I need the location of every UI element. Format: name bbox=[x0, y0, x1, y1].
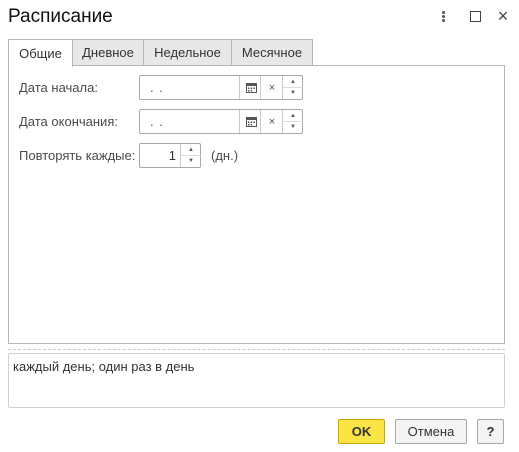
tab-daily[interactable]: Дневное bbox=[72, 39, 144, 65]
schedule-description-text: каждый день; один раз в день bbox=[13, 359, 195, 374]
clear-icon[interactable]: × bbox=[260, 110, 283, 133]
help-button[interactable]: ? bbox=[477, 419, 504, 444]
repeat-unit-label: (дн.) bbox=[211, 148, 239, 163]
tab-weekly[interactable]: Недельное bbox=[143, 39, 232, 65]
window-title: Расписание bbox=[8, 6, 113, 27]
cancel-button[interactable]: Отмена bbox=[395, 419, 467, 444]
close-icon[interactable]: × bbox=[493, 6, 513, 26]
calendar-icon[interactable] bbox=[239, 110, 262, 133]
calendar-icon[interactable] bbox=[239, 76, 262, 99]
spin-down-icon[interactable]: ▼ bbox=[181, 155, 201, 166]
clear-icon[interactable]: × bbox=[260, 76, 283, 99]
more-menu-icon[interactable] bbox=[433, 6, 453, 26]
start-date-field[interactable]: . . × ▲ ▼ bbox=[139, 75, 303, 100]
panel-splitter[interactable] bbox=[8, 349, 505, 350]
tab-panel-general bbox=[8, 65, 505, 344]
end-date-field[interactable]: . . × ▲ ▼ bbox=[139, 109, 303, 134]
repeat-label: Повторять каждые: bbox=[19, 148, 136, 163]
maximize-icon[interactable] bbox=[465, 6, 485, 26]
end-date-spinner[interactable]: ▲ ▼ bbox=[282, 110, 303, 133]
tab-general[interactable]: Общие bbox=[8, 39, 73, 67]
schedule-description: каждый день; один раз в день bbox=[8, 353, 505, 408]
repeat-value: 1 bbox=[168, 148, 176, 163]
spin-down-icon[interactable]: ▼ bbox=[283, 121, 303, 132]
end-date-value: . . bbox=[150, 114, 164, 129]
start-date-label: Дата начала: bbox=[19, 80, 98, 95]
spin-down-icon[interactable]: ▼ bbox=[283, 87, 303, 98]
tab-monthly[interactable]: Месячное bbox=[231, 39, 313, 65]
end-date-label: Дата окончания: bbox=[19, 114, 118, 129]
start-date-spinner[interactable]: ▲ ▼ bbox=[282, 76, 303, 99]
repeat-every-input[interactable]: 1 ▲ ▼ bbox=[139, 143, 201, 168]
start-date-value: . . bbox=[150, 80, 164, 95]
ok-button[interactable]: OK bbox=[338, 419, 385, 444]
repeat-spinner[interactable]: ▲ ▼ bbox=[180, 144, 201, 167]
